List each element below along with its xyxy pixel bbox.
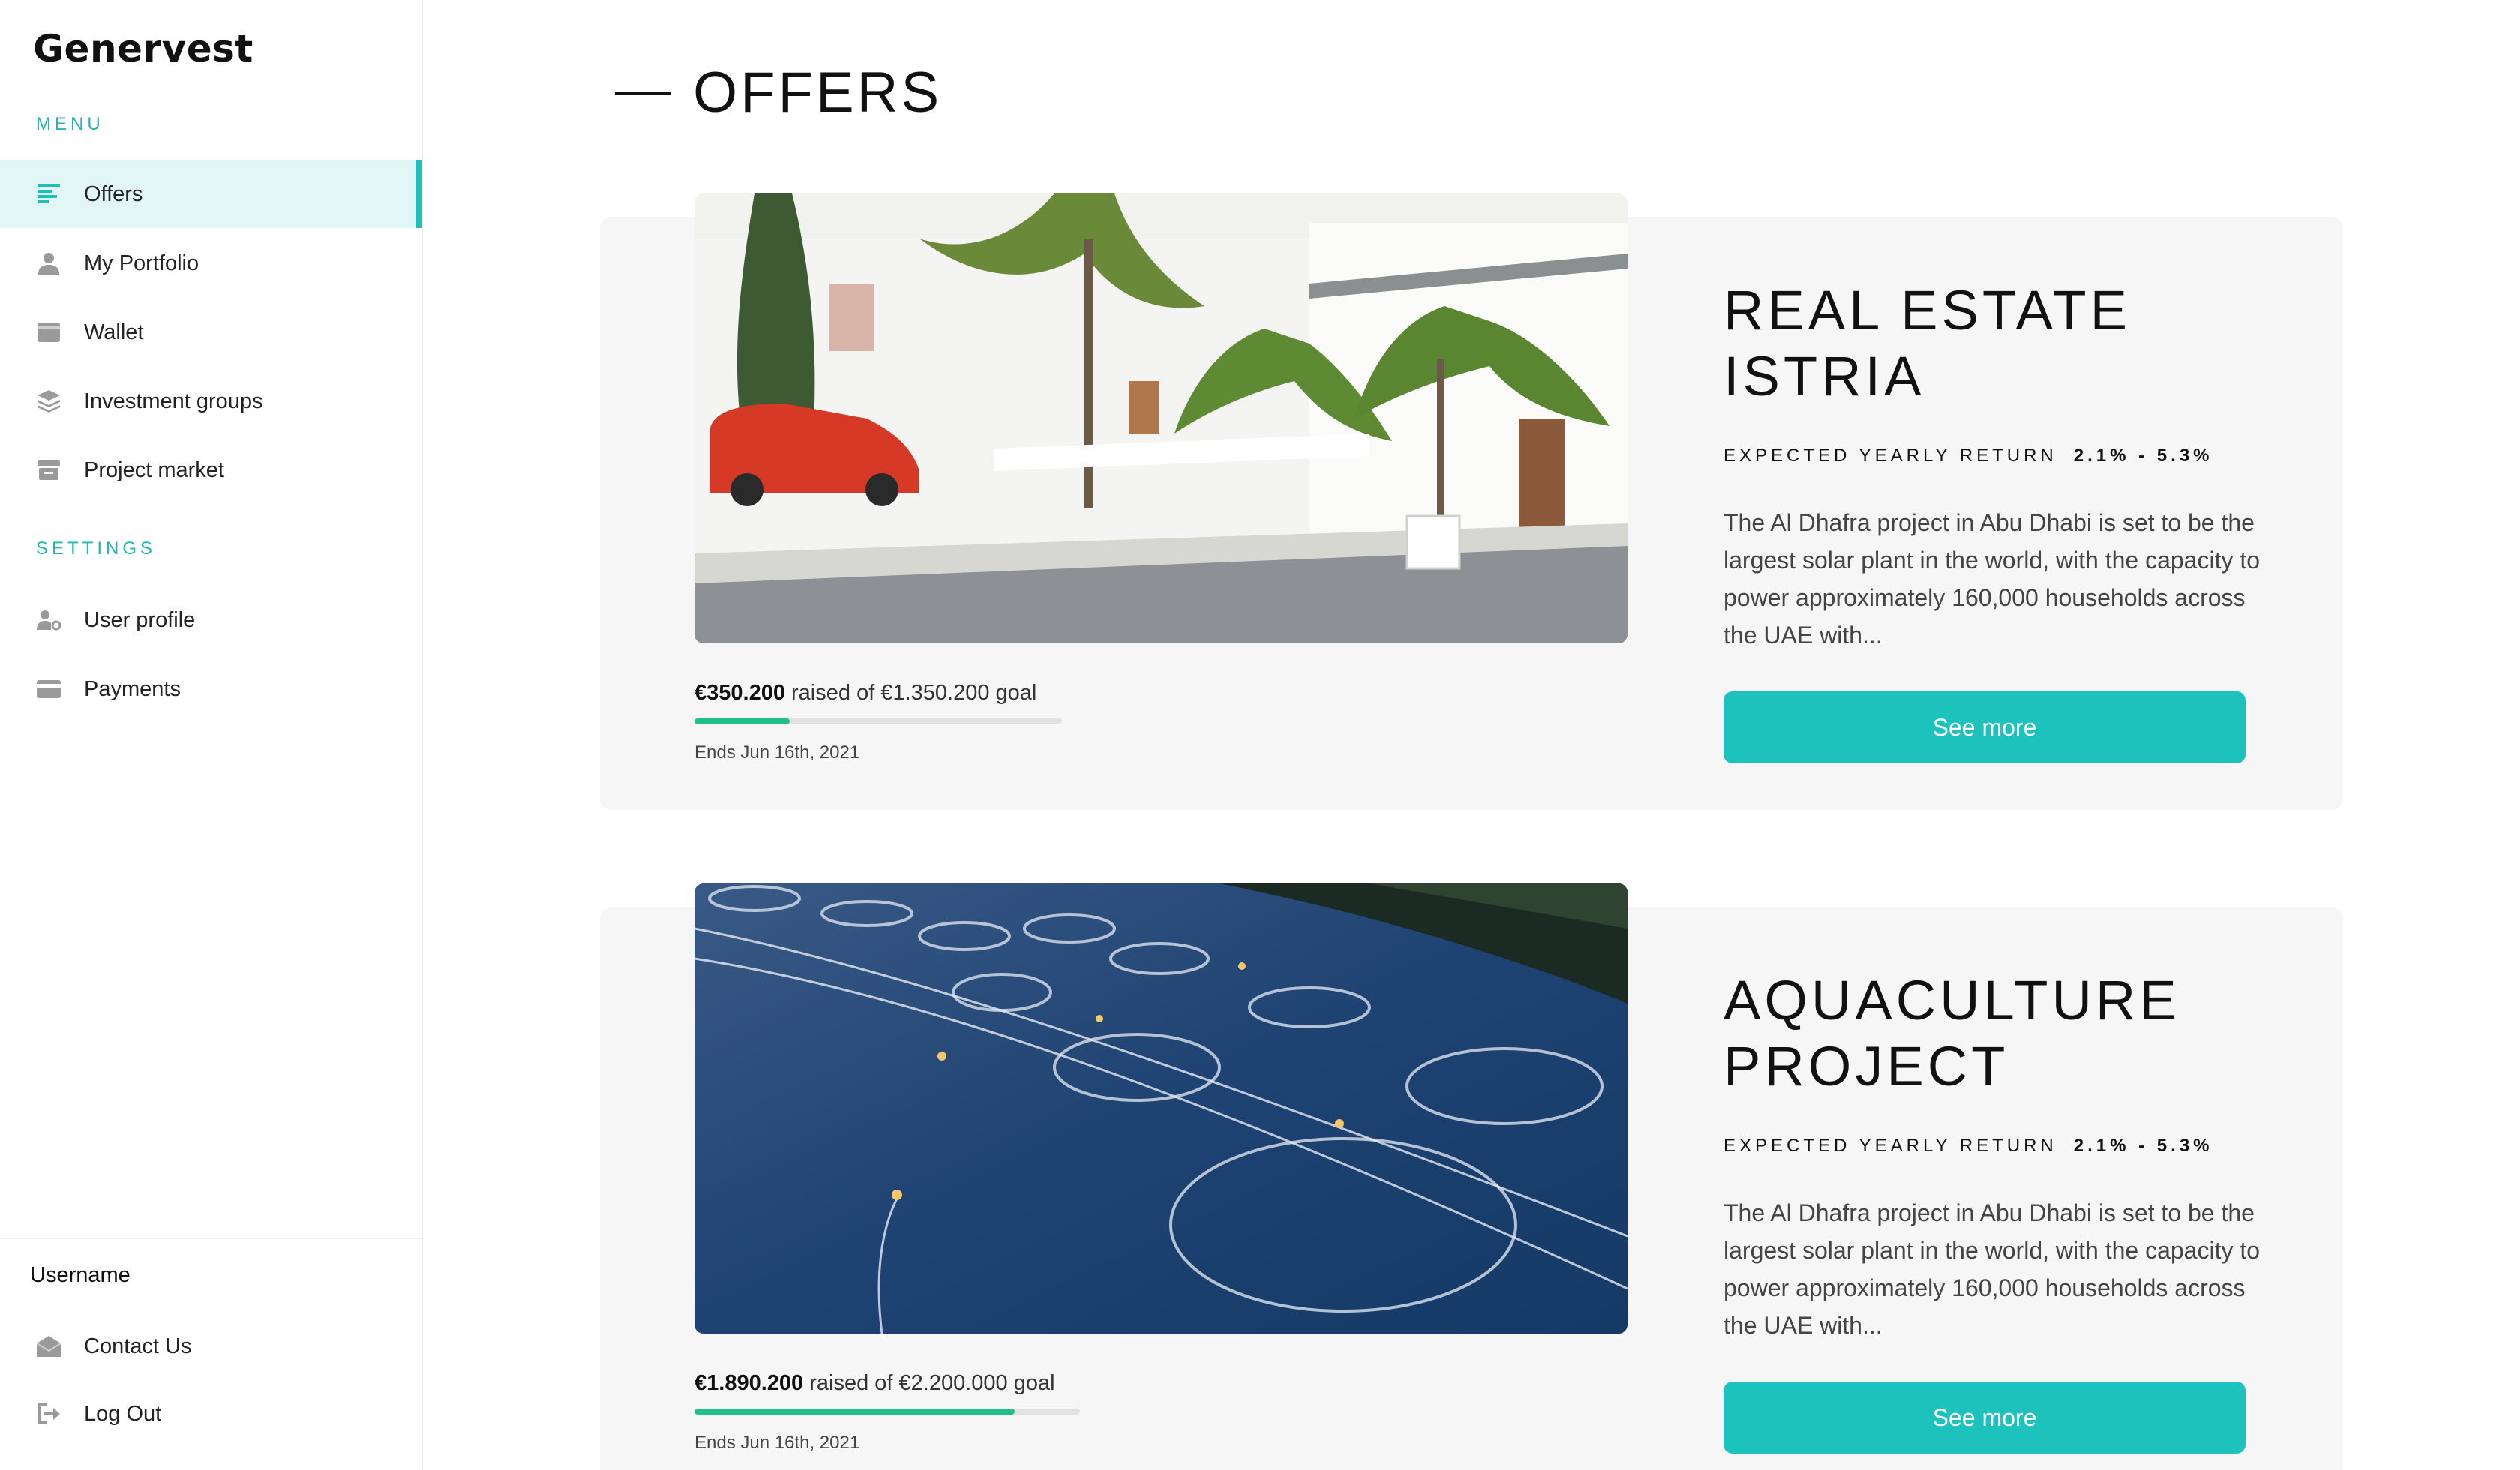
end-date: Ends Jun 16th, 2021 [694, 742, 860, 763]
offer-image-real-estate[interactable] [694, 194, 1628, 644]
sidebar-item-label: Project market [84, 458, 224, 482]
mail-icon [36, 1334, 62, 1359]
sidebar-item-user-profile[interactable]: User profile [0, 586, 422, 654]
sidebar-item-label: Payments [84, 676, 181, 701]
offer-image-aquaculture[interactable] [694, 884, 1628, 1334]
sidebar: Genervest MENU Offers My Portfolio Walle… [0, 0, 423, 1470]
settings-section-label: SETTINGS [36, 538, 157, 559]
logout-icon [36, 1401, 62, 1426]
sidebar-item-contact-us[interactable]: Contact Us [0, 1312, 422, 1380]
layers-icon [36, 388, 62, 414]
offer-title: REAL ESTATE ISTRIA [1724, 278, 2294, 410]
return-label: EXPECTED YEARLY RETURN [1724, 446, 2057, 466]
sidebar-divider [0, 1238, 422, 1239]
sidebar-item-payments[interactable]: Payments [0, 656, 422, 723]
expected-return: EXPECTED YEARLY RETURN 2.1% - 5.3% [1724, 446, 2213, 466]
return-value: 2.1% - 5.3% [2073, 1136, 2213, 1156]
sidebar-item-offers[interactable]: Offers [0, 160, 422, 228]
sidebar-item-log-out[interactable]: Log Out [0, 1380, 422, 1448]
raised-summary: €1.890.200 raised of €2.200.000 goal [694, 1371, 1055, 1396]
offer-description: The Al Dhafra project in Abu Dhabi is se… [1724, 509, 2260, 649]
offer-title-line-1: AQUACULTURE [1724, 969, 2180, 1031]
menu-section-label: MENU [36, 114, 104, 134]
raised-goal-text: raised of €2.200.000 goal [803, 1371, 1055, 1395]
store-icon [36, 458, 62, 483]
offer-title-line-1: REAL ESTATE [1724, 279, 2131, 341]
wallet-icon [36, 320, 62, 345]
sidebar-item-label: Contact Us [84, 1334, 192, 1358]
end-date: Ends Jun 16th, 2021 [694, 1432, 860, 1453]
expected-return: EXPECTED YEARLY RETURN 2.1% - 5.3% [1724, 1136, 2213, 1156]
offer-description: The Al Dhafra project in Abu Dhabi is se… [1724, 1199, 2260, 1339]
username: Username [30, 1263, 130, 1287]
sidebar-item-label: My Portfolio [84, 250, 200, 275]
raised-amount: €350.200 [694, 681, 785, 705]
offer-title: AQUACULTURE PROJECT [1724, 968, 2294, 1100]
user-settings-icon [36, 608, 62, 633]
funding-progress-bar [694, 718, 1062, 724]
title-dash [615, 91, 670, 94]
raised-summary: €350.200 raised of €1.350.200 goal [694, 681, 1036, 706]
sidebar-item-label: Log Out [84, 1401, 162, 1426]
sidebar-item-my-portfolio[interactable]: My Portfolio [0, 230, 422, 297]
page-title: OFFERS [693, 61, 943, 124]
see-more-button[interactable]: See more [1724, 692, 2246, 764]
raised-goal-text: raised of €1.350.200 goal [784, 681, 1037, 705]
funding-progress-fill [694, 1408, 1015, 1414]
sidebar-item-investment-groups[interactable]: Investment groups [0, 368, 422, 435]
funding-progress-bar [694, 1408, 1080, 1414]
app-logo[interactable]: Genervest [33, 27, 254, 70]
return-label: EXPECTED YEARLY RETURN [1724, 1136, 2057, 1156]
sidebar-item-label: Investment groups [84, 388, 263, 413]
funding-progress-fill [694, 718, 790, 724]
user-icon [36, 250, 62, 276]
sidebar-item-wallet[interactable]: Wallet [0, 298, 422, 366]
credit-card-icon [36, 676, 62, 702]
sidebar-item-label: Offers [84, 182, 143, 206]
offer-title-line-2: ISTRIA [1724, 345, 1925, 407]
sidebar-item-label: Wallet [84, 320, 144, 344]
list-icon [36, 182, 62, 207]
sidebar-item-project-market[interactable]: Project market [0, 436, 422, 504]
offer-title-line-2: PROJECT [1724, 1035, 2009, 1097]
return-value: 2.1% - 5.3% [2073, 446, 2213, 466]
sidebar-item-label: User profile [84, 608, 196, 632]
see-more-button[interactable]: See more [1724, 1382, 2246, 1454]
page-header: OFFERS [615, 60, 942, 125]
raised-amount: €1.890.200 [694, 1371, 804, 1395]
